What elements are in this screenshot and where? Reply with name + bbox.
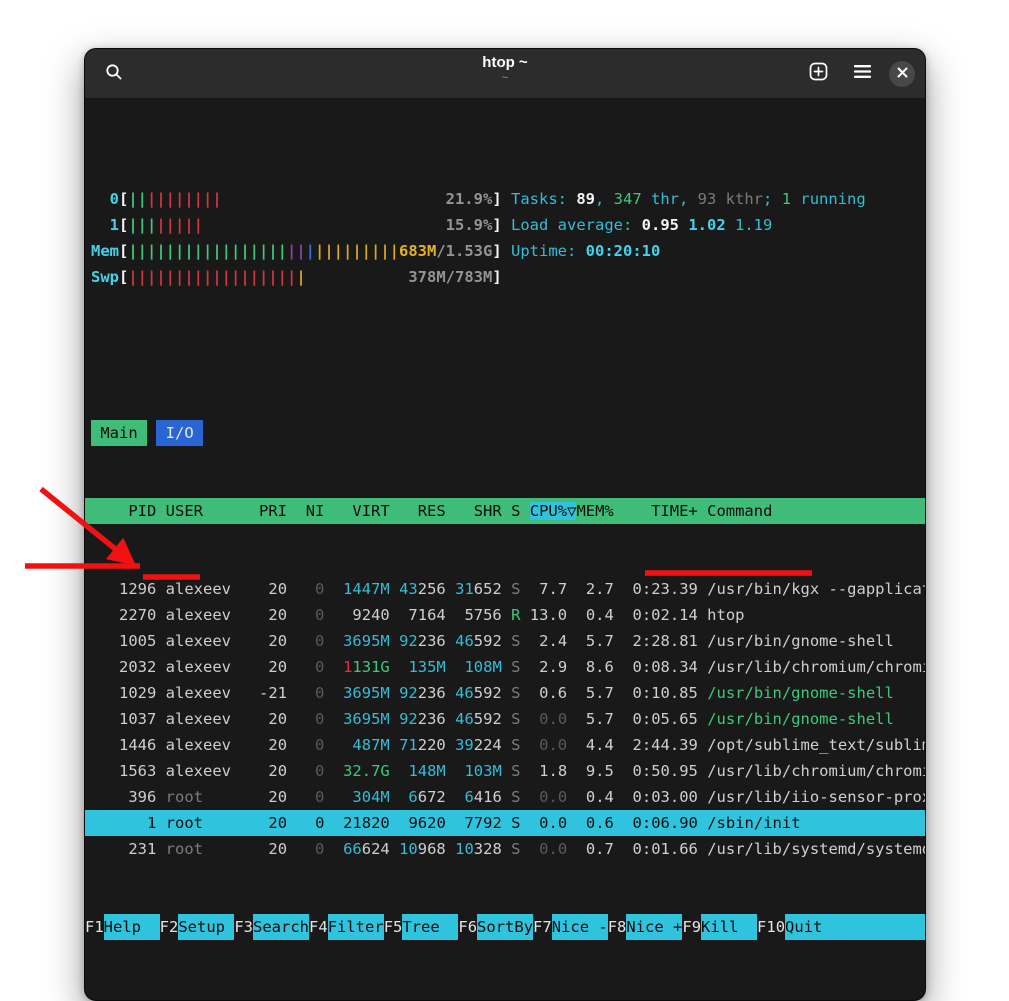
column-header-virt[interactable]: VIRT — [334, 502, 390, 520]
process-row[interactable]: 1446 alexeev 20 0 487M 71220 39224 S 0.0… — [91, 732, 919, 758]
column-header-shr[interactable]: SHR — [455, 502, 502, 520]
mem-meter: Mem[|||||||||||||||||||||||||||||683M/1.… — [91, 238, 919, 264]
fnkey-f5[interactable]: F5Tree — [384, 914, 459, 940]
swp-meter: Swp[||||||||||||||||||| 378M/783M] — [91, 264, 919, 290]
fnkey-f2[interactable]: F2Setup — [160, 914, 235, 940]
cpu0-meter: 0[|||||||||| 21.9%] Tasks: 89, 347 thr, … — [91, 186, 919, 212]
fnkey-f10[interactable]: F10Quit — [757, 914, 925, 940]
new-tab-button[interactable] — [801, 57, 835, 91]
close-button[interactable] — [889, 61, 915, 87]
tab-main[interactable]: Main — [91, 420, 147, 446]
menu-button[interactable] — [845, 57, 879, 91]
search-icon — [105, 63, 123, 86]
system-meters: 0[|||||||||| 21.9%] Tasks: 89, 347 thr, … — [91, 186, 919, 290]
window-title: htop ~ — [85, 54, 925, 72]
column-header-mem[interactable]: MEM% — [576, 502, 613, 520]
fnkey-f4[interactable]: F4Filter — [309, 914, 384, 940]
process-row[interactable]: 396 root 20 0 304M 6672 6416 S 0.0 0.4 0… — [91, 784, 919, 810]
process-row[interactable]: 1563 alexeev 20 0 32.7G 148M 103M S 1.8 … — [91, 758, 919, 784]
process-row[interactable]: 1005 alexeev 20 0 3695M 92236 46592 S 2.… — [91, 628, 919, 654]
column-header-res[interactable]: RES — [399, 502, 446, 520]
process-table: 1296 alexeev 20 0 1447M 43256 31652 S 7.… — [91, 576, 919, 862]
window-subtitle: ~ — [85, 72, 925, 85]
process-table-header: PID USER PRI NI VIRT RES SHR S CPU%▽MEM%… — [85, 498, 925, 524]
cpu1-meter: 1[|||||||| 15.9%] Load average: 0.95 1.0… — [91, 212, 919, 238]
fnkey-f1[interactable]: F1Help — [85, 914, 160, 940]
column-header-cpu[interactable]: CPU%▽ — [530, 502, 577, 520]
process-row[interactable]: 2032 alexeev 20 0 1131G 135M 108M S 2.9 … — [91, 654, 919, 680]
column-header-pri[interactable]: PRI — [259, 502, 287, 520]
titlebar: htop ~ ~ — [85, 49, 925, 99]
process-row[interactable]: 1296 alexeev 20 0 1447M 43256 31652 S 7.… — [91, 576, 919, 602]
process-row[interactable]: 2270 alexeev 20 0 9240 7164 5756 R 13.0 … — [91, 602, 919, 628]
column-header-user[interactable]: USER — [166, 502, 250, 520]
terminal: 0[|||||||||| 21.9%] Tasks: 89, 347 thr, … — [85, 99, 925, 1000]
column-header-ni[interactable]: NI — [296, 502, 324, 520]
search-button[interactable] — [97, 57, 131, 91]
fnkey-f8[interactable]: F8Nice + — [608, 914, 683, 940]
load-average: Load average: 0.95 1.02 1.19 — [511, 216, 772, 234]
fnkey-f6[interactable]: F6SortBy — [458, 914, 533, 940]
tasks-summary: Tasks: 89, 347 thr, 93 kthr; 1 running — [511, 190, 866, 208]
process-row[interactable]: 231 root 20 0 66624 10968 10328 S 0.0 0.… — [91, 836, 919, 862]
process-row[interactable]: 1037 alexeev 20 0 3695M 92236 46592 S 0.… — [91, 706, 919, 732]
fnkey-f3[interactable]: F3Search — [234, 914, 309, 940]
console-window: htop ~ ~ — [84, 48, 926, 1001]
menu-icon — [854, 64, 871, 84]
fnkey-f9[interactable]: F9Kill — [682, 914, 757, 940]
process-row[interactable]: 1029 alexeev -21 0 3695M 92236 46592 S 0… — [91, 680, 919, 706]
tab-io[interactable]: I/O — [156, 420, 203, 446]
function-key-bar: F1Help F2Setup F3SearchF4FilterF5Tree F6… — [85, 914, 925, 940]
column-header-time[interactable]: TIME+ — [623, 502, 698, 520]
screen-tabs: Main I/O — [91, 420, 919, 446]
close-icon — [897, 65, 908, 83]
fnkey-f7[interactable]: F7Nice - — [533, 914, 608, 940]
process-row-selected[interactable]: 1 root 20 0 21820 9620 7792 S 0.0 0.6 0:… — [85, 810, 925, 836]
new-tab-icon — [809, 62, 828, 86]
uptime: Uptime: 00:20:10 — [511, 242, 660, 260]
column-header-pid[interactable]: PID — [91, 502, 156, 520]
column-header-cmd[interactable]: Command — [707, 502, 772, 520]
